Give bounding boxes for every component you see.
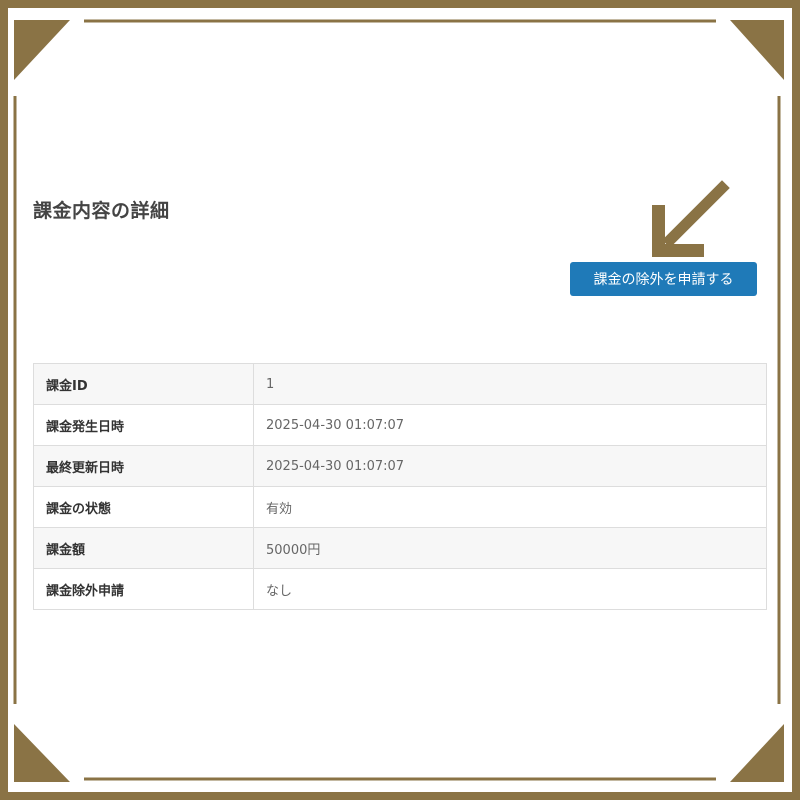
row-value-created-at: 2025-04-30 01:07:07 (253, 404, 767, 446)
row-value-amount: 50000円 (253, 527, 767, 569)
row-label-updated-at: 最終更新日時 (33, 445, 254, 487)
table-row: 課金除外申請 なし (33, 568, 767, 610)
row-value-billing-id: 1 (253, 363, 767, 405)
table-row: 課金ID 1 (33, 363, 767, 405)
request-exclusion-button[interactable]: 課金の除外を申請する (570, 262, 757, 296)
table-row: 課金の状態 有効 (33, 486, 767, 528)
main-content: 課金内容の詳細 課金の除外を申請する 課金ID 1 課金発生日時 2025-04… (33, 0, 767, 800)
table-row: 課金発生日時 2025-04-30 01:07:07 (33, 404, 767, 446)
table-row: 課金額 50000円 (33, 527, 767, 569)
page-title: 課金内容の詳細 (33, 200, 170, 222)
page-frame: 課金内容の詳細 課金の除外を申請する 課金ID 1 課金発生日時 2025-04… (0, 0, 800, 800)
row-label-amount: 課金額 (33, 527, 254, 569)
row-value-updated-at: 2025-04-30 01:07:07 (253, 445, 767, 487)
row-label-exclusion-request: 課金除外申請 (33, 568, 254, 610)
row-value-exclusion-request: なし (253, 568, 767, 610)
row-label-created-at: 課金発生日時 (33, 404, 254, 446)
row-value-status: 有効 (253, 486, 767, 528)
row-label-billing-id: 課金ID (33, 363, 254, 405)
table-row: 最終更新日時 2025-04-30 01:07:07 (33, 445, 767, 487)
row-label-status: 課金の状態 (33, 486, 254, 528)
billing-detail-table: 課金ID 1 課金発生日時 2025-04-30 01:07:07 最終更新日時… (33, 363, 767, 610)
